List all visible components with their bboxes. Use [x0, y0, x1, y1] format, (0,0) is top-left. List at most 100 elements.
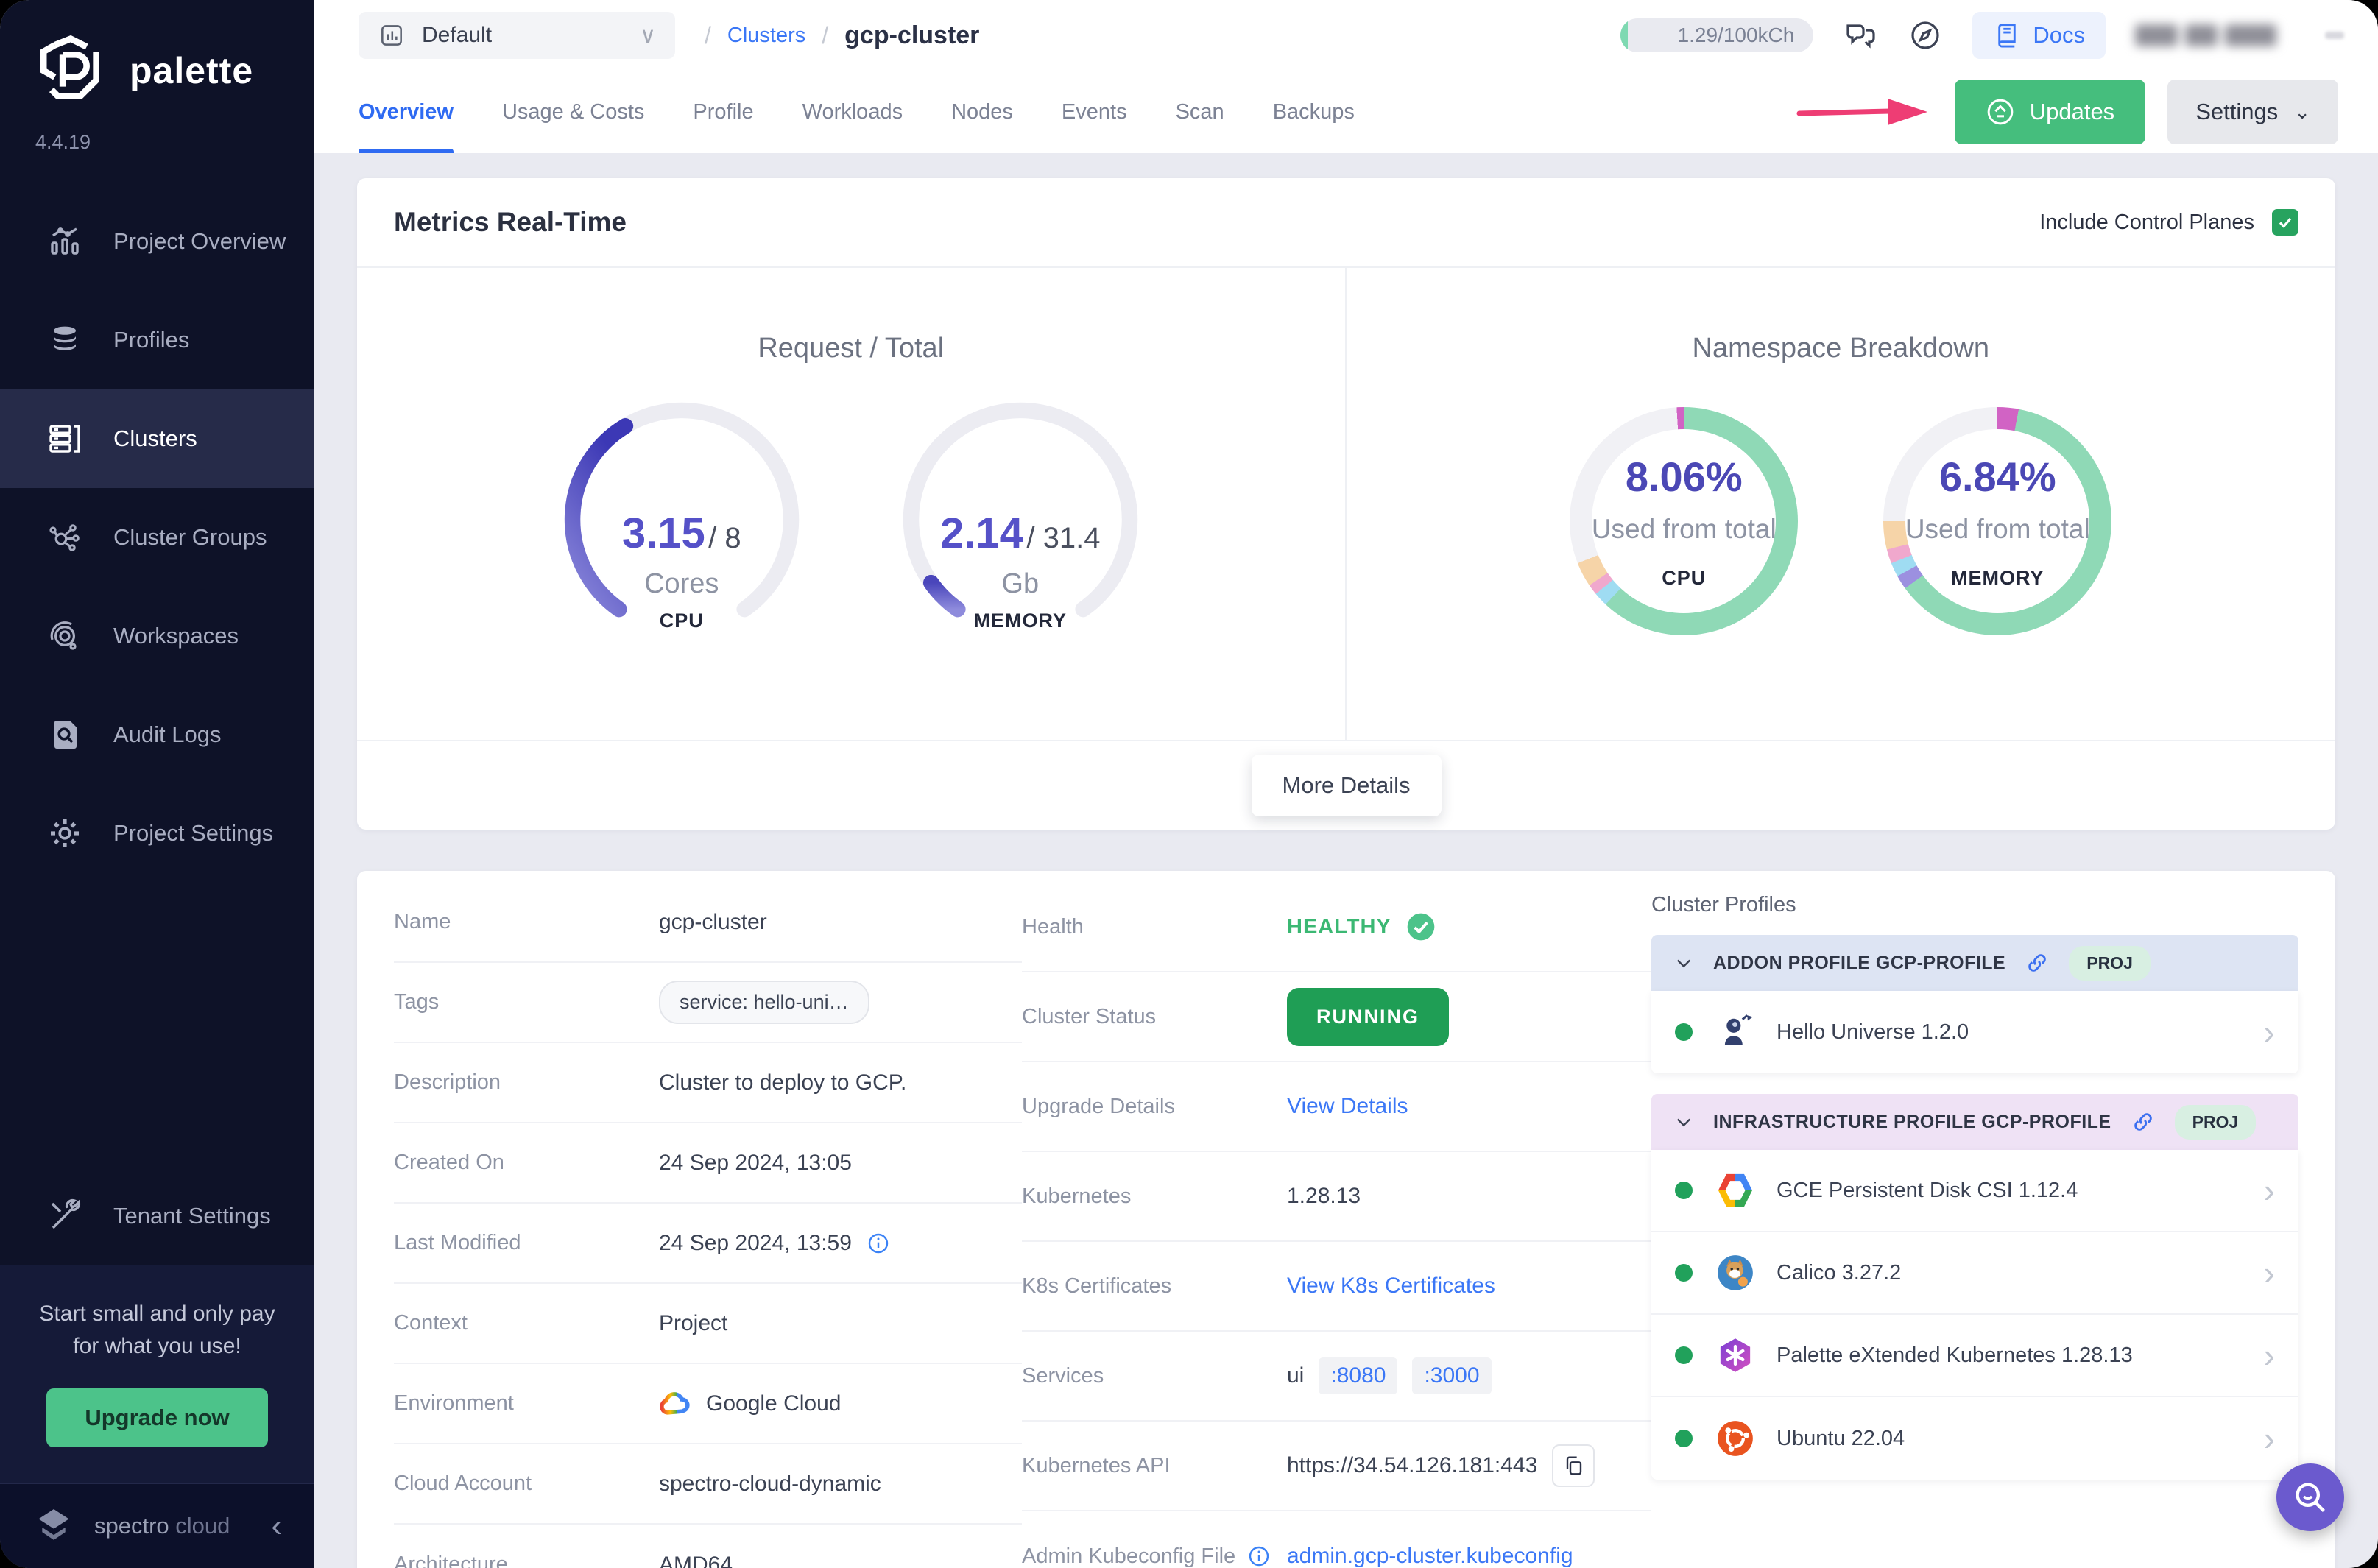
detail-row-k8s-certificates: K8s Certificates View K8s Certificates — [1022, 1242, 1651, 1332]
view-k8s-certificates-link[interactable]: View K8s Certificates — [1287, 1274, 1495, 1299]
sidebar-item-tenant-settings[interactable]: Tenant Settings — [0, 1167, 314, 1265]
cluster-profiles-panel: Cluster Profiles ADDON PROFILE GCP-PROFI… — [1651, 883, 2298, 1500]
copy-api-url-button[interactable] — [1552, 1444, 1595, 1487]
sidebar-item-project-settings[interactable]: Project Settings — [0, 784, 314, 883]
breadcrumb-clusters-link[interactable]: Clusters — [727, 24, 805, 48]
brand: palette — [0, 0, 314, 109]
tab-profile[interactable]: Profile — [693, 71, 753, 153]
admin-kubeconfig-link[interactable]: admin.gcp-cluster.kubeconfig — [1287, 1544, 1573, 1568]
profiles-icon — [54, 326, 76, 350]
sidebar-item-label: Project Settings — [113, 820, 274, 846]
cpu-donut-label: CPU — [1662, 567, 1707, 589]
ubuntu-icon — [1716, 1419, 1754, 1458]
addon-profile-items: Hello Universe 1.2.0 › — [1651, 991, 2298, 1073]
cpu-namespace-donut-chart: 8.06% Used from total CPU — [1570, 407, 1799, 635]
app-window: palette 4.4.19 Project Overview Profiles — [0, 0, 2378, 1568]
audit-logs-icon — [54, 721, 77, 749]
promo-text-line1: Start small and only pay — [39, 1302, 275, 1326]
chevron-down-icon: ∨ — [640, 23, 656, 48]
memory-donut-label: MEMORY — [1951, 567, 2044, 589]
project-icon — [381, 25, 402, 46]
infrastructure-profile-header[interactable]: INFRASTRUCTURE PROFILE GCP-PROFILE PROJ — [1651, 1094, 2298, 1150]
service-port-3000-link[interactable]: :3000 — [1412, 1357, 1492, 1394]
sidebar-item-workspaces[interactable]: Workspaces — [0, 587, 314, 685]
info-icon[interactable] — [1247, 1544, 1271, 1568]
breadcrumb: / Clusters / gcp-cluster — [705, 21, 979, 50]
profile-item-name: Calico 3.27.2 — [1777, 1260, 1902, 1285]
view-details-link[interactable]: View Details — [1287, 1094, 1408, 1119]
profile-item-hello-universe[interactable]: Hello Universe 1.2.0 › — [1651, 991, 2298, 1073]
include-control-planes-label: Include Control Planes — [2039, 210, 2254, 234]
memory-gauge-chart: 2.14 / 31.4 Gb MEMORY — [899, 398, 1142, 641]
docs-button[interactable]: Docs — [1972, 12, 2106, 59]
palette-logo-icon — [32, 32, 109, 109]
sidebar-item-audit-logs[interactable]: Audit Logs — [0, 685, 314, 784]
info-icon[interactable] — [867, 1232, 890, 1255]
detail-row-name: Name gcp-cluster — [394, 883, 1022, 963]
workspaces-icon — [50, 621, 77, 650]
chevron-down-icon — [1677, 1118, 1690, 1127]
annotation-arrow — [1796, 99, 1927, 125]
addon-profile-name: ADDON PROFILE GCP-PROFILE — [1713, 952, 2006, 973]
profile-item-ubuntu[interactable]: Ubuntu 22.04 › — [1651, 1397, 2298, 1480]
sidebar-item-cluster-groups[interactable]: Cluster Groups — [0, 488, 314, 587]
cpu-gauge-chart: 3.15 / 8 Cores CPU — [560, 398, 803, 641]
detail-row-created-on: Created On 24 Sep 2024, 13:05 — [394, 1123, 1022, 1204]
details-left-column: Name gcp-cluster Tags service: hello-uni… — [394, 883, 1022, 1568]
user-name-redacted[interactable] — [2135, 24, 2276, 46]
include-control-planes-checkbox[interactable] — [2272, 209, 2298, 236]
profile-item-gce-disk-csi[interactable]: GCE Persistent Disk CSI 1.12.4 › — [1651, 1150, 2298, 1232]
detail-row-cluster-status: Cluster Status RUNNING — [1022, 972, 1651, 1062]
profile-item-name: GCE Persistent Disk CSI 1.12.4 — [1777, 1178, 2078, 1202]
profile-item-name: Ubuntu 22.04 — [1777, 1426, 1905, 1450]
detail-row-admin-kubeconfig: Admin Kubeconfig File admin.gcp-cluster.… — [1022, 1544, 1573, 1568]
updates-button[interactable]: Updates — [1954, 80, 2146, 144]
profile-item-calico[interactable]: Calico 3.27.2 › — [1651, 1232, 2298, 1315]
addon-profile-header[interactable]: ADDON PROFILE GCP-PROFILE PROJ — [1651, 935, 2298, 991]
metrics-card: Metrics Real-Time Include Control Planes… — [357, 178, 2335, 830]
sidebar-item-project-overview[interactable]: Project Overview — [0, 192, 314, 291]
more-details-button[interactable]: More Details — [1251, 755, 1442, 816]
tab-overview[interactable]: Overview — [359, 71, 454, 153]
tab-backups[interactable]: Backups — [1273, 71, 1355, 153]
updates-icon — [1987, 99, 2014, 125]
compass-icon[interactable] — [1908, 18, 1943, 53]
memory-request-value: 2.14 — [940, 509, 1023, 557]
detail-row-environment: Environment Google Cloud — [394, 1364, 1022, 1444]
proj-badge: PROJ — [2069, 945, 2151, 981]
sidebar-item-profiles[interactable]: Profiles — [0, 291, 314, 389]
tab-usage-costs[interactable]: Usage & Costs — [502, 71, 644, 153]
hello-universe-icon — [1716, 1013, 1754, 1051]
tab-events[interactable]: Events — [1062, 71, 1127, 153]
topbar: Default ∨ / Clusters / gcp-cluster 1.29/… — [314, 0, 2378, 71]
google-cloud-icon — [660, 1391, 690, 1415]
project-settings-icon — [51, 819, 79, 847]
infrastructure-profile-name: INFRASTRUCTURE PROFILE GCP-PROFILE — [1713, 1111, 2111, 1132]
tenant-settings-icon — [51, 1198, 81, 1229]
tab-workloads[interactable]: Workloads — [802, 71, 903, 153]
project-selector[interactable]: Default ∨ — [359, 12, 675, 59]
detail-row-upgrade-details: Upgrade Details View Details — [1022, 1062, 1651, 1152]
tag-chip[interactable]: service: hello-uni… — [659, 981, 869, 1024]
sidebar-collapse-button[interactable]: ‹ — [271, 1510, 282, 1542]
cluster-settings-button[interactable]: Settings ⌄ — [2167, 80, 2338, 144]
cluster-status-badge: RUNNING — [1287, 987, 1449, 1046]
user-menu-indicator[interactable] — [2325, 32, 2344, 39]
link-icon — [2028, 954, 2046, 972]
service-port-8080-link[interactable]: :8080 — [1319, 1357, 1398, 1394]
upgrade-now-button[interactable]: Upgrade now — [46, 1388, 268, 1447]
memory-gauge-label: MEMORY — [973, 610, 1067, 632]
tab-nodes[interactable]: Nodes — [951, 71, 1013, 153]
detail-row-last-modified: Last Modified 24 Sep 2024, 13:59 — [394, 1204, 1022, 1284]
cpu-total-value: / 8 — [708, 522, 741, 554]
chat-icon[interactable] — [1843, 18, 1878, 53]
chevron-right-icon: › — [2263, 1419, 2275, 1458]
chevron-right-icon: › — [2263, 1171, 2275, 1209]
breadcrumb-separator: / — [705, 21, 711, 49]
environment-value: Google Cloud — [706, 1391, 842, 1416]
sidebar-item-clusters[interactable]: Clusters — [0, 389, 314, 488]
details-middle-column: Health HEALTHY Cluster Status RUNNING Up… — [1022, 883, 1651, 1568]
tab-scan[interactable]: Scan — [1176, 71, 1224, 153]
search-beacon-button[interactable] — [2276, 1463, 2344, 1531]
profile-item-palette-extended-kubernetes[interactable]: Palette eXtended Kubernetes 1.28.13 › — [1651, 1315, 2298, 1397]
